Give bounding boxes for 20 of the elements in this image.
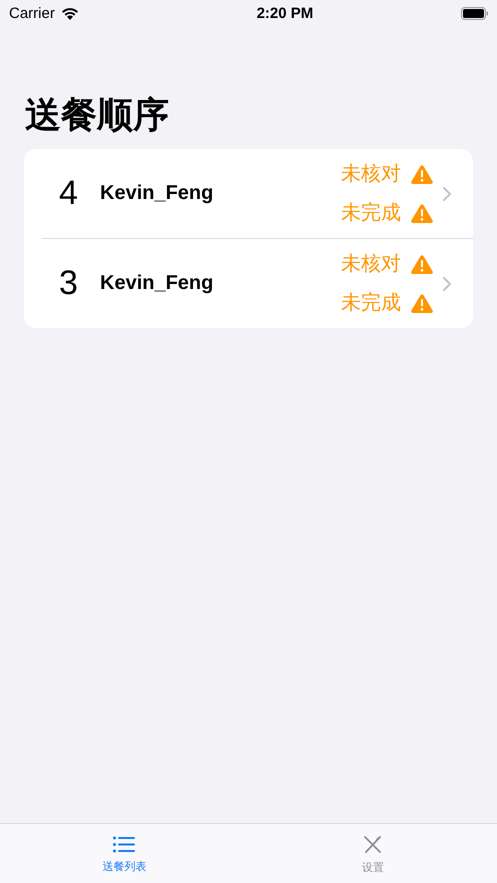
chevron-icon bbox=[443, 186, 451, 200]
battery-icon bbox=[460, 6, 489, 20]
order-row[interactable]: 3 Kevin_Feng 未核对 未完成 bbox=[24, 239, 473, 328]
clock-time: 2:20 PM bbox=[256, 4, 314, 22]
chevron-icon bbox=[443, 276, 451, 290]
customer-name: Kevin_Feng bbox=[100, 272, 214, 295]
status-label: 未核对 bbox=[341, 162, 401, 186]
status-label: 未完成 bbox=[341, 291, 401, 315]
order-number: 4 bbox=[59, 174, 79, 213]
customer-name: Kevin_Feng bbox=[100, 182, 214, 205]
order-row[interactable]: 4 Kevin_Feng 未核对 未完成 bbox=[24, 149, 473, 238]
wifi-icon bbox=[60, 6, 79, 20]
page-title: 送餐顺序 bbox=[25, 93, 170, 137]
order-number: 3 bbox=[59, 264, 79, 303]
status-label: 未完成 bbox=[341, 201, 401, 225]
status-label: 未核对 bbox=[341, 252, 401, 276]
tab-item[interactable]: 送餐列表 bbox=[0, 824, 248, 883]
tools-icon bbox=[362, 836, 383, 854]
carrier-label: Carrier bbox=[9, 4, 55, 22]
list-icon bbox=[113, 836, 136, 853]
